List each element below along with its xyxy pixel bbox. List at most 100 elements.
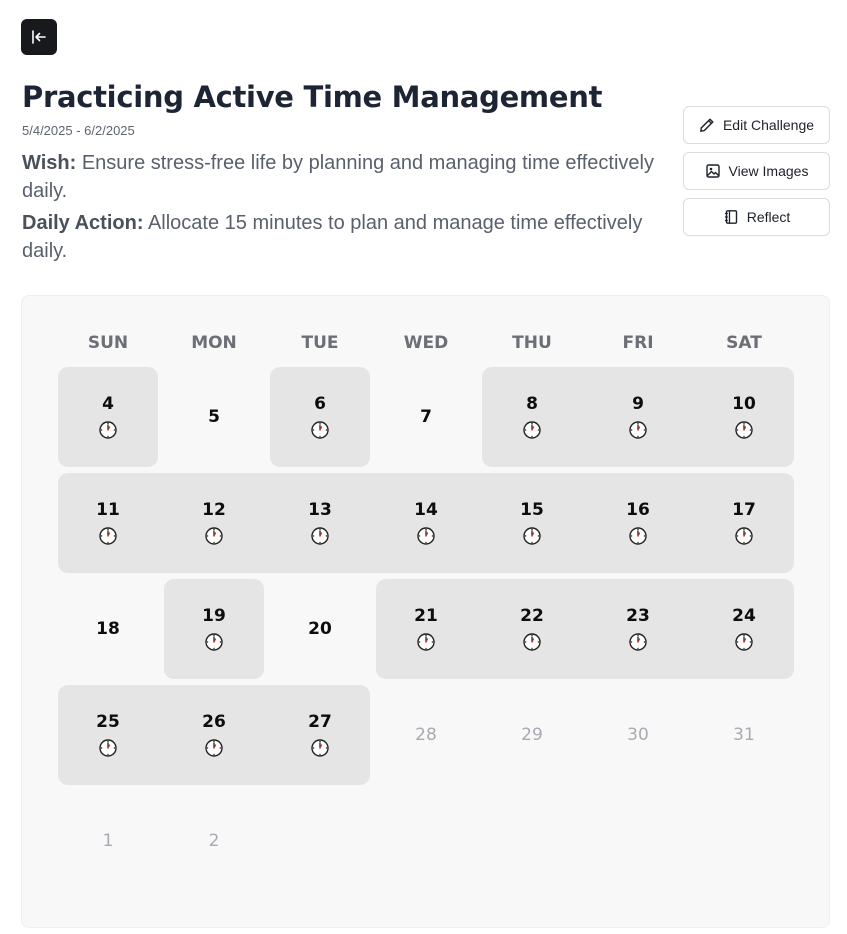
weekday-mon: MON (191, 333, 237, 353)
calendar-day-26[interactable]: 26 (164, 685, 264, 785)
weekday-thu: THU (512, 333, 552, 353)
calendar-day-5[interactable]: 5 (164, 367, 264, 467)
day-number: 2 (208, 831, 220, 851)
calendar-day-13[interactable]: 13 (270, 473, 370, 573)
clock-icon (523, 421, 541, 439)
notebook-icon (724, 210, 737, 224)
pencil-icon (700, 118, 714, 132)
day-number: 18 (96, 619, 120, 639)
day-number: 10 (732, 394, 756, 414)
day-number: 11 (96, 500, 120, 520)
date-range: 5/4/2025 - 6/2/2025 (22, 123, 135, 138)
clock-icon (417, 633, 435, 651)
day-number: 6 (314, 394, 326, 414)
calendar-day-19[interactable]: 19 (164, 579, 264, 679)
calendar-day-21[interactable]: 21 (376, 579, 476, 679)
calendar-day-7[interactable]: 7 (376, 367, 476, 467)
daily-action-paragraph: Daily Action: Allocate 15 minutes to pla… (22, 209, 662, 265)
weekday-sun: SUN (87, 333, 129, 353)
edit-challenge-button[interactable]: Edit Challenge (683, 106, 830, 144)
day-number: 26 (202, 712, 226, 732)
day-number: 1 (102, 831, 114, 851)
calendar-day-8[interactable]: 8 (482, 367, 582, 467)
clock-icon (523, 633, 541, 651)
weekday-tue: TUE (301, 333, 339, 353)
view-images-label: View Images (728, 163, 809, 179)
calendar-day-27[interactable]: 27 (270, 685, 370, 785)
calendar-panel: SUN MON TUE WED THU FRI SAT 4 5 6 7 8 9 10 11 12 13 14 15 1… (21, 295, 830, 928)
weekday-fri: FRI (622, 333, 654, 353)
day-number: 13 (308, 500, 332, 520)
calendar-day-25[interactable]: 25 (58, 685, 158, 785)
day-number: 27 (308, 712, 332, 732)
day-number: 9 (632, 394, 644, 414)
day-number: 28 (415, 725, 437, 745)
calendar-day-2[interactable]: 2 (164, 791, 264, 891)
calendar-day-4[interactable]: 4 (58, 367, 158, 467)
clock-icon (735, 421, 753, 439)
wish-text: Ensure stress-free life by planning and … (22, 152, 654, 202)
clock-icon (629, 633, 647, 651)
wish-label: Wish: (22, 152, 77, 174)
clock-icon (311, 421, 329, 439)
day-number: 29 (521, 725, 543, 745)
clock-icon (523, 527, 541, 545)
clock-icon (205, 739, 223, 757)
day-number: 30 (627, 725, 649, 745)
day-number: 5 (208, 407, 220, 427)
reflect-label: Reflect (746, 209, 791, 225)
day-number: 20 (308, 619, 332, 639)
clock-icon (629, 527, 647, 545)
day-number: 31 (733, 725, 755, 745)
calendar-day-23[interactable]: 23 (588, 579, 688, 679)
day-number: 4 (102, 394, 114, 414)
calendar-day-15[interactable]: 15 (482, 473, 582, 573)
clock-icon (99, 527, 117, 545)
clock-icon (417, 527, 435, 545)
clock-icon (311, 527, 329, 545)
calendar-day-11[interactable]: 11 (58, 473, 158, 573)
daily-action-label: Daily Action: (22, 212, 144, 234)
wish-paragraph: Wish: Ensure stress-free life by plannin… (22, 149, 662, 205)
day-number: 22 (520, 606, 544, 626)
clock-icon (735, 633, 753, 651)
calendar-day-28[interactable]: 28 (376, 685, 476, 785)
back-button[interactable] (21, 19, 57, 55)
calendar-day-29[interactable]: 29 (482, 685, 582, 785)
clock-icon (205, 527, 223, 545)
arrow-left-to-line-icon (32, 30, 46, 44)
weekday-wed: WED (403, 333, 449, 353)
clock-icon (205, 633, 223, 651)
day-number: 8 (526, 394, 538, 414)
day-number: 7 (420, 407, 432, 427)
calendar-day-18[interactable]: 18 (58, 579, 158, 679)
day-number: 25 (96, 712, 120, 732)
clock-icon (735, 527, 753, 545)
view-images-button[interactable]: View Images (683, 152, 830, 190)
day-number: 12 (202, 500, 226, 520)
clock-icon (99, 421, 117, 439)
calendar-day-14[interactable]: 14 (376, 473, 476, 573)
day-number: 24 (732, 606, 756, 626)
calendar-day-12[interactable]: 12 (164, 473, 264, 573)
weekday-sat: SAT (726, 333, 762, 353)
calendar-day-31[interactable]: 31 (694, 685, 794, 785)
day-number: 16 (626, 500, 650, 520)
day-number: 19 (202, 606, 226, 626)
clock-icon (99, 739, 117, 757)
calendar-day-10[interactable]: 10 (694, 367, 794, 467)
calendar-day-6[interactable]: 6 (270, 367, 370, 467)
calendar-day-9[interactable]: 9 (588, 367, 688, 467)
day-number: 23 (626, 606, 650, 626)
calendar-day-17[interactable]: 17 (694, 473, 794, 573)
day-number: 15 (520, 500, 544, 520)
calendar-day-1[interactable]: 1 (58, 791, 158, 891)
calendar-day-16[interactable]: 16 (588, 473, 688, 573)
calendar-day-24[interactable]: 24 (694, 579, 794, 679)
day-number: 17 (732, 500, 756, 520)
day-number: 14 (414, 500, 438, 520)
calendar-day-30[interactable]: 30 (588, 685, 688, 785)
calendar-day-20[interactable]: 20 (270, 579, 370, 679)
calendar-day-22[interactable]: 22 (482, 579, 582, 679)
reflect-button[interactable]: Reflect (683, 198, 830, 236)
